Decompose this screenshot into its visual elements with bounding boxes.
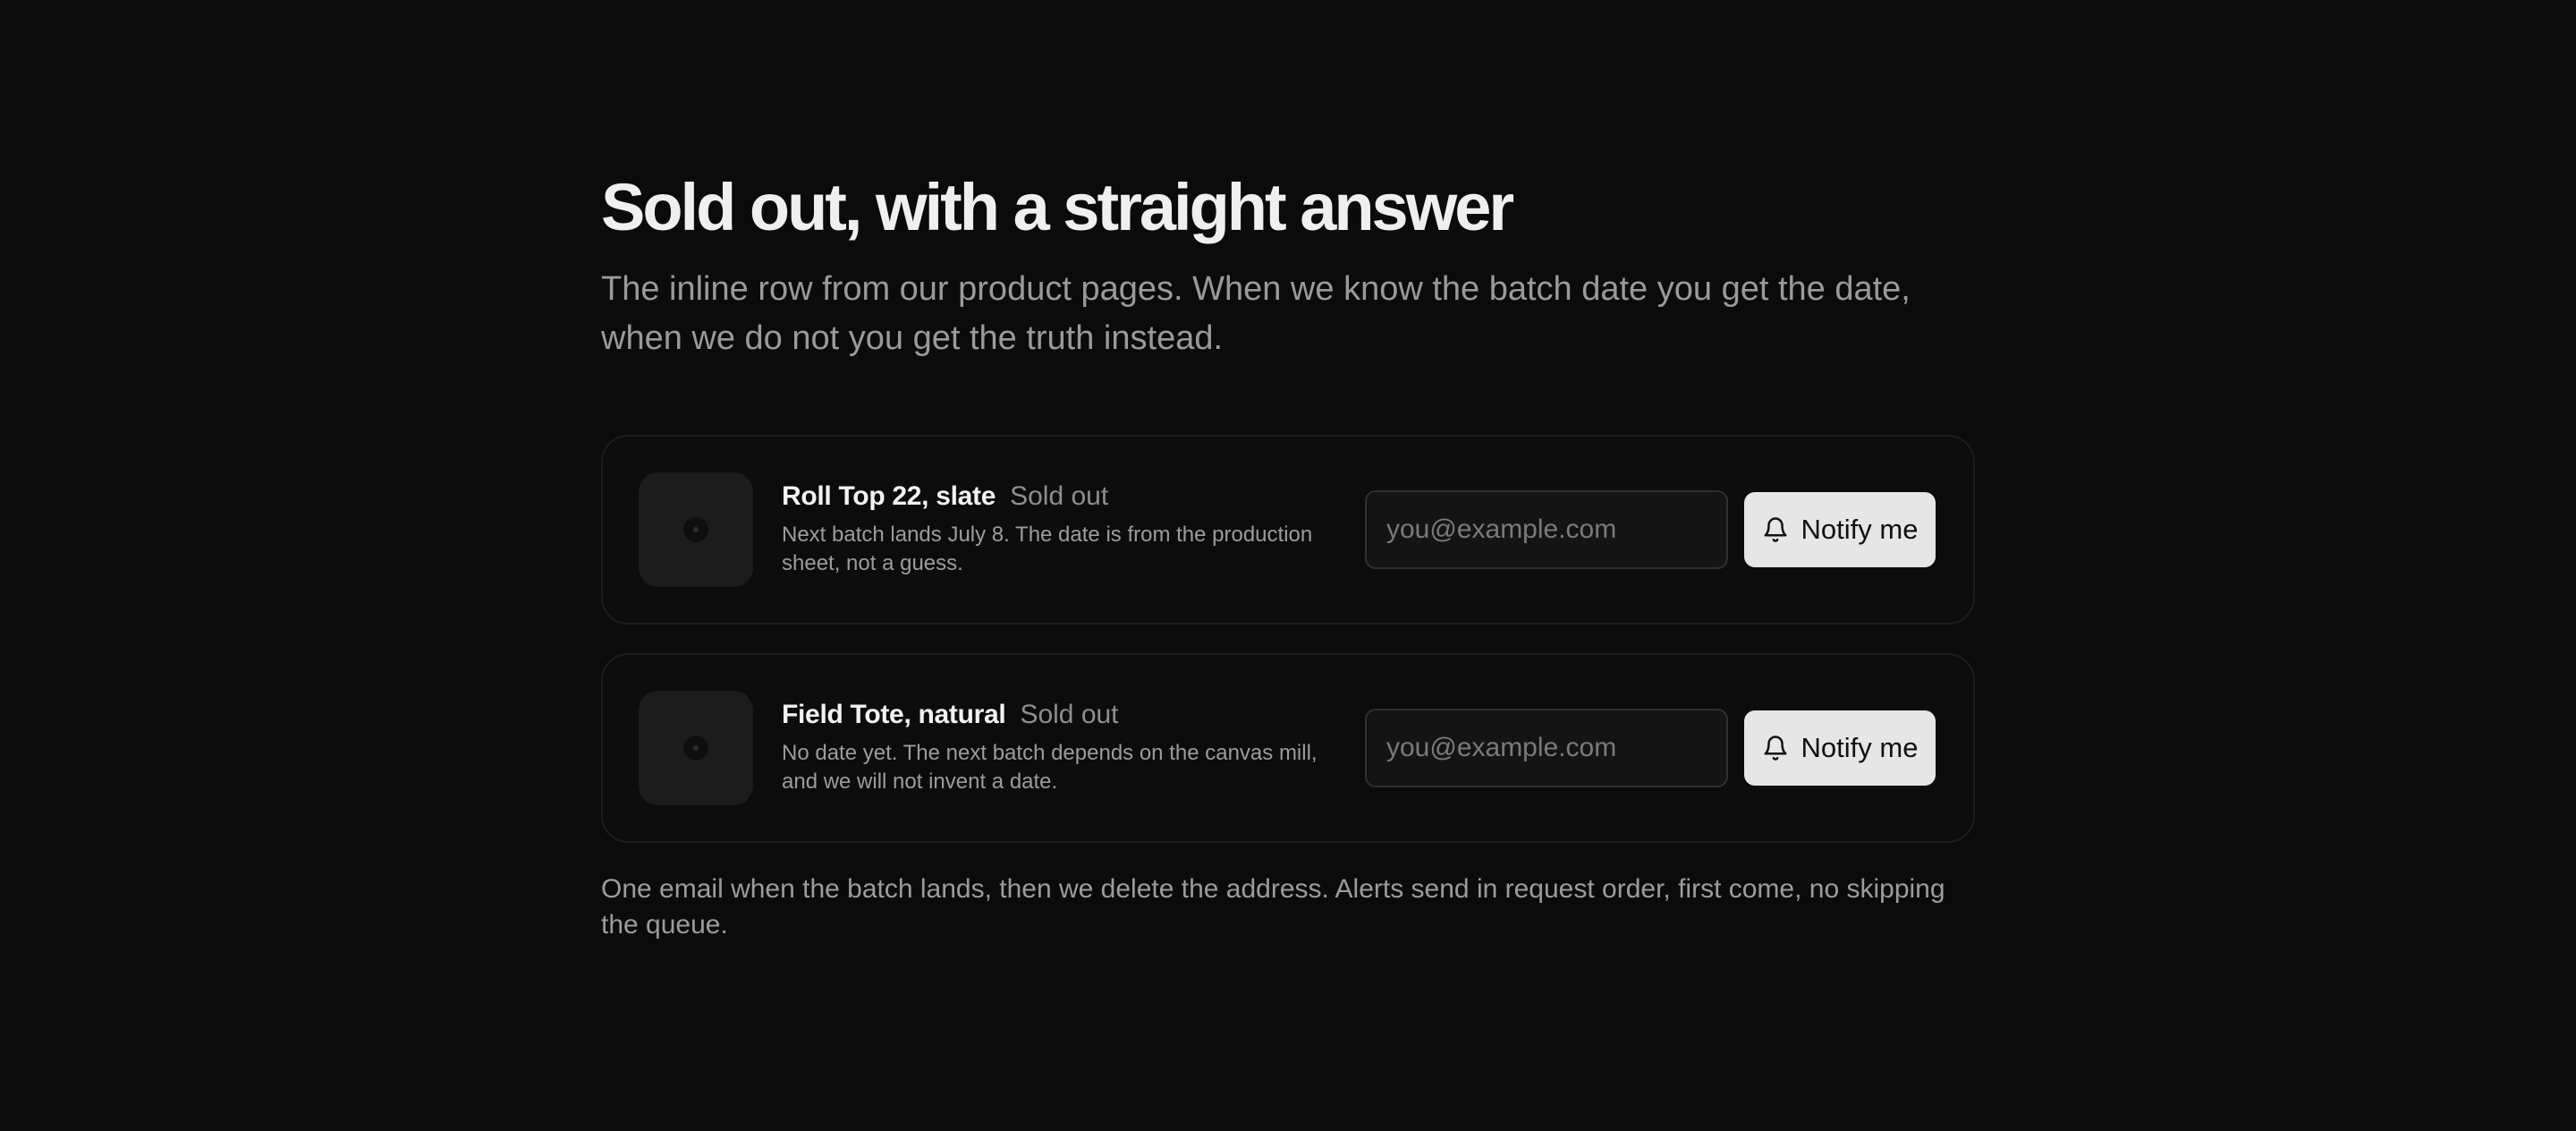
product-thumbnail (639, 472, 753, 587)
email-input[interactable] (1365, 709, 1728, 787)
email-input[interactable] (1365, 490, 1728, 569)
notify-me-label: Notify me (1801, 732, 1919, 763)
product-heading: Roll Top 22, slate Sold out (782, 481, 1329, 512)
notify-me-label: Notify me (1801, 514, 1919, 545)
product-info: Field Tote, natural Sold out No date yet… (782, 700, 1365, 796)
image-placeholder-icon (683, 736, 708, 761)
page-subtitle: The inline row from our product pages. W… (601, 270, 1911, 357)
product-heading: Field Tote, natural Sold out (782, 700, 1329, 730)
bell-icon (1764, 517, 1787, 542)
image-placeholder-icon (683, 517, 708, 542)
product-description: No date yet. The next batch depends on t… (782, 741, 1318, 794)
product-description: Next batch lands July 8. The date is fro… (782, 523, 1313, 575)
notify-me-button[interactable]: Notify me (1744, 710, 1936, 786)
product-row: Roll Top 22, slate Sold out Next batch l… (601, 435, 1975, 625)
product-list: Roll Top 22, slate Sold out Next batch l… (601, 435, 1975, 843)
product-info: Roll Top 22, slate Sold out Next batch l… (782, 481, 1365, 578)
product-name: Field Tote, natural (782, 700, 1006, 729)
bell-icon (1764, 736, 1787, 761)
product-name: Roll Top 22, slate (782, 481, 996, 511)
product-thumbnail (639, 691, 753, 805)
product-row: Field Tote, natural Sold out No date yet… (601, 653, 1975, 843)
stock-status: Sold out (1010, 481, 1109, 511)
footnote: One email when the batch lands, then we … (601, 874, 1945, 940)
notify-me-button[interactable]: Notify me (1744, 492, 1936, 567)
stock-status: Sold out (1020, 700, 1119, 729)
page-title: Sold out, with a straight answer (601, 170, 1514, 244)
page: Sold out, with a straight answer The inl… (601, 168, 1975, 943)
